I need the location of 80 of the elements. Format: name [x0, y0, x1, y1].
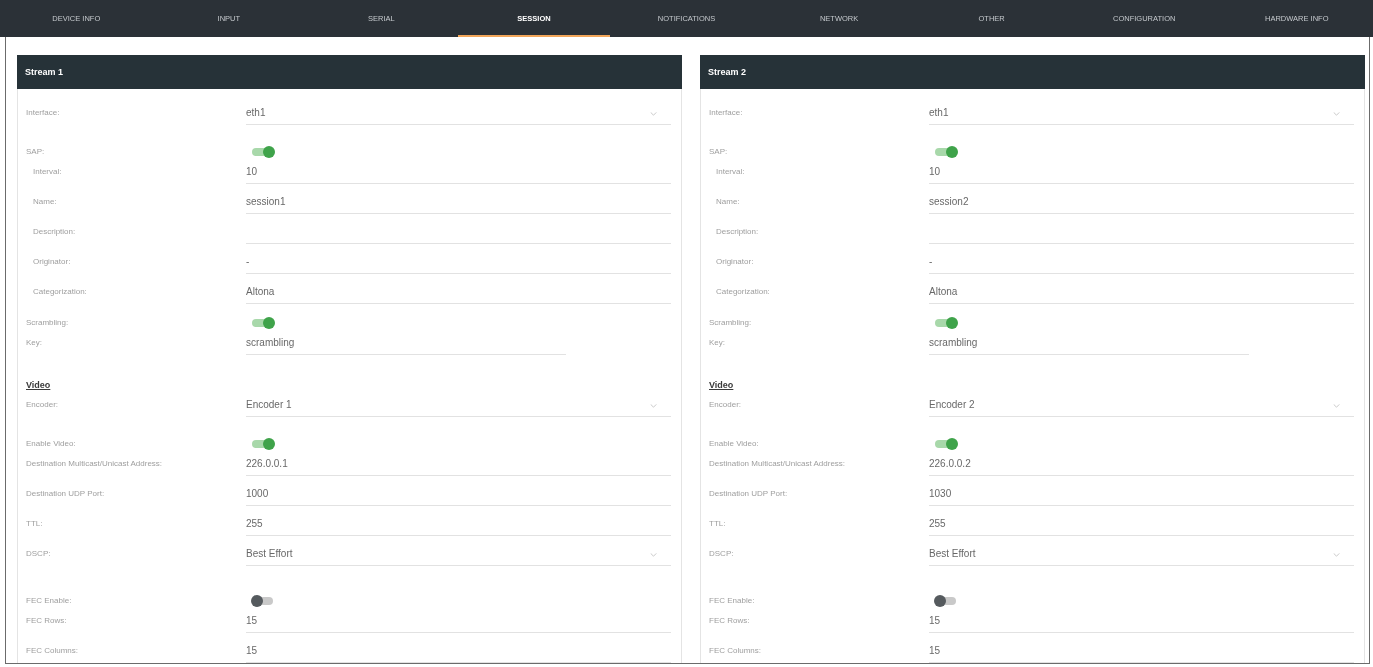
field-label: Destination Multicast/Unicast Address: [709, 458, 847, 470]
field-label: FEC Enable: [709, 595, 756, 607]
field-label: TTL: [26, 518, 44, 530]
field-label: FEC Enable: [26, 595, 73, 607]
text-field[interactable]: 10 [246, 160, 671, 184]
field-label: Destination Multicast/Unicast Address: [26, 458, 164, 470]
field-label: Interval: [715, 166, 746, 178]
select-field[interactable]: Best Effort [246, 542, 671, 566]
field-label: Description: [32, 226, 77, 238]
field-label: Destination UDP Port: [26, 488, 106, 500]
field-label: DSCP: [26, 548, 52, 560]
text-field[interactable]: 226.0.0.2 [929, 452, 1354, 476]
text-field[interactable]: session2 [929, 190, 1354, 214]
select-field[interactable]: eth1 [246, 101, 671, 125]
text-field[interactable]: 255 [929, 512, 1354, 536]
field-label: FEC Columns: [26, 645, 79, 657]
text-field[interactable]: 226.0.0.1 [246, 452, 671, 476]
field-label: Encoder: [709, 399, 743, 411]
panel-title: Stream 1 [25, 67, 64, 77]
text-field[interactable]: 10 [929, 160, 1354, 184]
text-field[interactable]: - [929, 250, 1354, 274]
field-label: Enable Video: [709, 438, 760, 450]
field-label: FEC Columns: [709, 645, 762, 657]
caret-icon [650, 112, 657, 116]
select-field[interactable]: Encoder 2 [929, 393, 1354, 417]
text-field[interactable]: 1000 [246, 482, 671, 506]
text-field[interactable]: 15 [929, 609, 1354, 633]
field-label: Name: [32, 196, 58, 208]
field-label: DSCP: [709, 548, 735, 560]
caret-icon [1333, 553, 1340, 557]
panel-title: Stream 2 [708, 67, 747, 77]
field-label: Enable Video: [26, 438, 77, 450]
caret-icon [650, 553, 657, 557]
field-label: SAP: [709, 146, 729, 158]
toggle-switch[interactable] [934, 438, 958, 450]
toggle-switch[interactable] [251, 438, 275, 450]
field-label: SAP: [26, 146, 46, 158]
toggle-switch[interactable] [251, 146, 275, 158]
field-label: Interface: [26, 107, 61, 119]
field-label: Name: [715, 196, 741, 208]
text-field[interactable]: session1 [246, 190, 671, 214]
field-label: Description: [715, 226, 760, 238]
text-field[interactable]: scrambling [929, 331, 1249, 355]
field-label: FEC Rows: [709, 615, 751, 627]
text-field[interactable]: Altona [246, 280, 671, 304]
toggle-switch[interactable] [934, 317, 958, 329]
toggle-switch[interactable] [934, 146, 958, 158]
field-label: Scrambling: [709, 317, 753, 329]
field-label: Originator: [715, 256, 755, 268]
section-heading: Video [709, 380, 734, 390]
field-label: FEC Rows: [26, 615, 68, 627]
text-field[interactable]: scrambling [246, 331, 566, 355]
field-label: Interface: [709, 107, 744, 119]
field-label: Categorization: [715, 286, 771, 298]
field-label: Originator: [32, 256, 72, 268]
toggle-switch[interactable] [251, 595, 275, 607]
field-label: TTL: [709, 518, 727, 530]
select-field[interactable]: Best Effort [929, 542, 1354, 566]
text-field[interactable]: 15 [246, 639, 671, 663]
text-field[interactable]: - [246, 250, 671, 274]
caret-icon [1333, 404, 1340, 408]
field-label: Scrambling: [26, 317, 70, 329]
text-field[interactable]: 1030 [929, 482, 1354, 506]
text-field[interactable]: 255 [246, 512, 671, 536]
toggle-switch[interactable] [251, 317, 275, 329]
text-field[interactable]: Altona [929, 280, 1354, 304]
caret-icon [1333, 112, 1340, 116]
text-field[interactable]: 15 [929, 639, 1354, 663]
caret-icon [650, 404, 657, 408]
toggle-switch[interactable] [934, 595, 958, 607]
select-field[interactable]: eth1 [929, 101, 1354, 125]
field-label: Categorization: [32, 286, 88, 298]
section-heading: Video [26, 380, 51, 390]
text-field[interactable]: 15 [246, 609, 671, 633]
field-label: Encoder: [26, 399, 60, 411]
select-field[interactable]: Encoder 1 [246, 393, 671, 417]
field-label: Interval: [32, 166, 63, 178]
field-label: Destination UDP Port: [709, 488, 789, 500]
field-label: Key: [709, 337, 726, 349]
field-label: Key: [26, 337, 43, 349]
